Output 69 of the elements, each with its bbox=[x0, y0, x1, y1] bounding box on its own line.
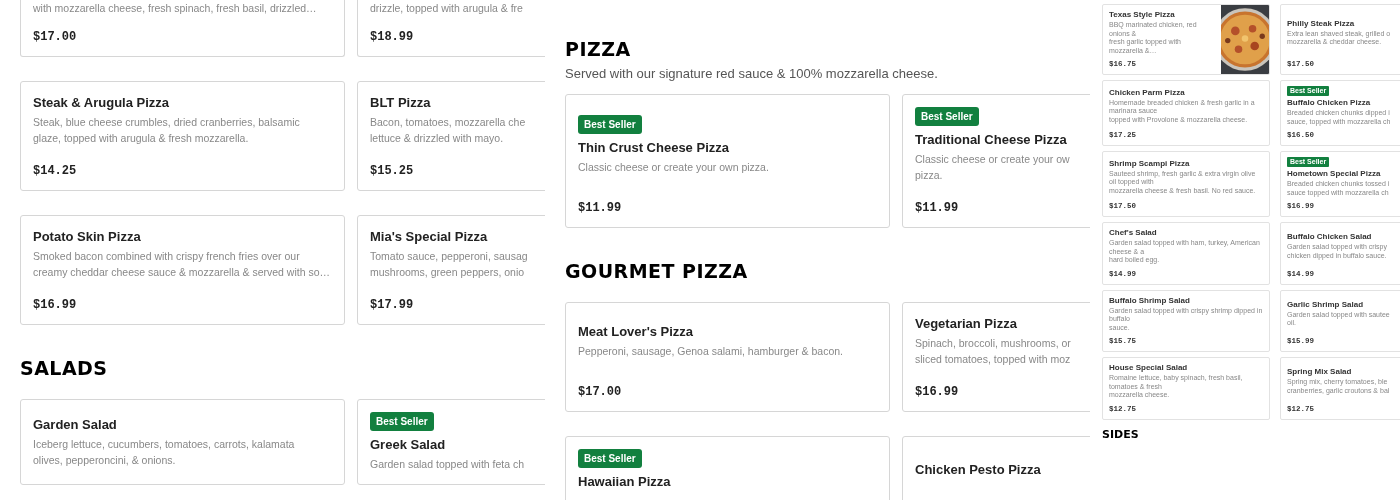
item-name: Steak & Arugula Pizza bbox=[33, 94, 171, 111]
item-description: Steak, blue cheese crumbles, dried cranberries, balsamic glaze, topped with arugula & fresh mozzarella. bbox=[33, 115, 301, 146]
item-name: Garden Salad bbox=[33, 416, 118, 433]
item-name: Thin Crust Cheese Pizza bbox=[578, 139, 730, 156]
section-heading: GOURMET PIZZA bbox=[565, 260, 748, 282]
menu-card[interactable]: Steak & Arugula Pizza Steak, blue cheese crumbles, dried cranberries, balsamic glaze, topped with arugula & fresh mozzarella. $14.25 bbox=[20, 81, 345, 191]
item-price: $17.00 bbox=[33, 30, 78, 44]
item-name: Traditional Cheese Pizza bbox=[915, 131, 1068, 148]
item-description: Spinach, broccoli, mushrooms, or sliced tomatoes, topped with moz bbox=[915, 336, 1072, 367]
item-name: Vegetarian Pizza bbox=[915, 315, 1018, 332]
item-name: Texas Style Pizza bbox=[1109, 10, 1176, 20]
item-name: Garlic Shrimp Salad bbox=[1287, 299, 1365, 310]
item-name: Greek Salad bbox=[370, 436, 447, 453]
item-price: $16.99 bbox=[915, 385, 960, 399]
item-name: Spring Mix Salad bbox=[1287, 367, 1353, 378]
item-price: $11.99 bbox=[578, 201, 623, 215]
item-name: Hawaiian Pizza bbox=[578, 473, 672, 490]
item-name: Chicken Pesto Pizza bbox=[915, 461, 1042, 478]
menu-card[interactable]: Mia's Special Pizza Tomato sauce, pepperoni, sausag mushrooms, green peppers, onio $17.99 bbox=[357, 215, 545, 325]
item-description: Garden salad topped with feta ch bbox=[370, 457, 526, 472]
item-name: Chicken Parm Pizza bbox=[1109, 87, 1186, 98]
item-price: $11.99 bbox=[915, 201, 960, 215]
item-description: Tomato sauce, pepperoni, sausag mushrooms, green peppers, onio bbox=[370, 249, 529, 280]
best-seller-badge: Best Seller bbox=[370, 412, 434, 431]
best-seller-badge: Best Seller bbox=[578, 115, 642, 134]
menu-card[interactable]: Best Seller Hawaiian Pizza bbox=[565, 436, 890, 500]
menu-card[interactable]: Chicken Pesto Pizza bbox=[902, 436, 1090, 500]
item-name: Shrimp Scampi Pizza bbox=[1109, 158, 1191, 169]
item-name: Buffalo Chicken Pizza bbox=[1287, 98, 1372, 108]
menu-card[interactable]: Best Seller Traditional Cheese Pizza Classic cheese or create your ow pizza. $11.99 bbox=[902, 94, 1090, 228]
menu-card[interactable]: with mozzarella cheese, fresh spinach, fresh basil, drizzled… $17.00 bbox=[20, 0, 345, 57]
item-name: Mia's Special Pizza bbox=[370, 228, 489, 245]
menu-card[interactable]: Vegetarian Pizza Spinach, broccoli, mushrooms, or sliced tomatoes, topped with moz $16.99 bbox=[902, 302, 1090, 412]
menu-card[interactable]: BLT Pizza Bacon, tomatoes, mozzarella che lettuce & drizzled with mayo. $15.25 bbox=[357, 81, 545, 191]
menu-card[interactable]: Meat Lover's Pizza Pepperoni, sausage, Genoa salami, hamburger & bacon. $17.00 bbox=[565, 302, 890, 412]
item-description: Classic cheese or create your own pizza. bbox=[578, 160, 770, 175]
item-price: $16.99 bbox=[33, 298, 78, 312]
section-heading: SIDES bbox=[1102, 427, 1139, 441]
item-description: Pepperoni, sausage, Genoa salami, hamburger & bacon. bbox=[578, 344, 844, 359]
item-description: Bacon, tomatoes, mozzarella che lettuce & drizzled with mayo. bbox=[370, 115, 527, 146]
menu-card[interactable]: Best Seller Greek Salad Garden salad topped with feta ch bbox=[357, 399, 545, 485]
item-name: BLT Pizza bbox=[370, 94, 432, 111]
best-seller-badge: Best Seller bbox=[915, 107, 979, 126]
item-description: Classic cheese or create your ow pizza. bbox=[915, 152, 1071, 183]
item-name: Chef's Salad bbox=[1109, 228, 1158, 238]
section-subtitle: Served with our signature red sauce & 100% mozzarella cheese. bbox=[565, 66, 938, 82]
best-seller-badge: Best Seller bbox=[578, 449, 642, 468]
item-name: Hometown Special Pizza bbox=[1287, 169, 1382, 179]
item-name: Meat Lover's Pizza bbox=[578, 323, 695, 340]
item-description: with mozzarella cheese, fresh spinach, fresh basil, drizzled… bbox=[33, 1, 318, 16]
item-name: Buffalo Chicken Salad bbox=[1287, 232, 1373, 243]
item-price: $17.99 bbox=[370, 298, 415, 312]
item-description: Smoked bacon combined with crispy french fries over our creamy cheddar cheese sauce & mozzarella & served with so… bbox=[33, 249, 332, 280]
menu-card[interactable]: Garden Salad Iceberg lettuce, cucumbers, tomatoes, carrots, kalamata olives, pepperoncini, & onions. bbox=[20, 399, 345, 485]
section-heading: PIZZA bbox=[565, 38, 631, 60]
item-name: Potato Skin Pizza bbox=[33, 228, 142, 245]
item-description: Iceberg lettuce, cucumbers, tomatoes, carrots, kalamata olives, pepperoncini, & onions. bbox=[33, 437, 296, 468]
menu-card[interactable]: Best Seller Thin Crust Cheese Pizza Classic cheese or create your own pizza. $11.99 bbox=[565, 94, 890, 228]
menu-card[interactable]: drizzle, topped with arugula & fre $18.99 bbox=[357, 0, 545, 57]
item-name: Philly Steak Pizza bbox=[1287, 18, 1356, 29]
item-price: $14.25 bbox=[33, 164, 78, 178]
section-heading: SALADS bbox=[20, 357, 108, 379]
item-name: House Special Salad bbox=[1109, 363, 1189, 373]
item-price: $18.99 bbox=[370, 30, 415, 44]
menu-card[interactable]: Potato Skin Pizza Smoked bacon combined with crispy french fries over our creamy cheddar cheese sauce & mozzarella & served with so… $16.99 bbox=[20, 215, 345, 325]
item-price: $15.25 bbox=[370, 164, 415, 178]
item-price: $17.00 bbox=[578, 385, 623, 399]
item-name: Buffalo Shrimp Salad bbox=[1109, 295, 1191, 306]
item-description: drizzle, topped with arugula & fre bbox=[370, 1, 524, 16]
